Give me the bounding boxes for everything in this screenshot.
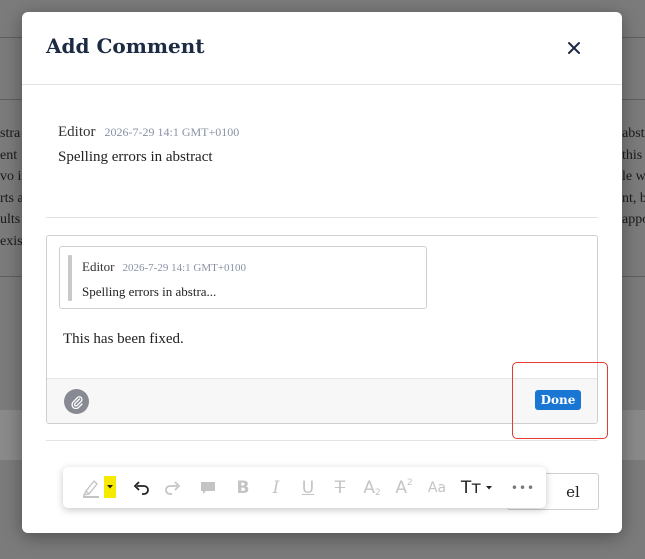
- more-options-button[interactable]: •••: [509, 475, 537, 501]
- comment-meta: Editor 2026-7-29 14:1 GMT+0100: [58, 124, 578, 141]
- bg-text-right: abstra this le w nt, b appo: [622, 126, 645, 227]
- close-icon: [568, 42, 580, 54]
- comment-text: Spelling errors in abstract: [58, 149, 213, 165]
- paperclip-icon: [70, 395, 83, 409]
- bg-divider: [622, 37, 645, 38]
- bold-icon: B: [236, 477, 250, 498]
- strikethrough-icon: T: [334, 477, 346, 498]
- subscript-digit: 2: [374, 488, 381, 498]
- subscript-icon: A: [363, 477, 375, 498]
- comment-timestamp: 2026-7-29 14:1 GMT+0100: [104, 125, 240, 139]
- bg-divider: [622, 99, 645, 100]
- quote-timestamp: 2026-7-29 14:1 GMT+0100: [122, 262, 247, 274]
- underline-button[interactable]: U: [295, 475, 321, 501]
- italic-icon: I: [272, 477, 280, 498]
- quote-bar: [68, 255, 72, 301]
- close-button[interactable]: [562, 36, 586, 60]
- text-size-button[interactable]: Tт: [457, 475, 497, 501]
- dialog-header: Add Comment: [22, 12, 622, 85]
- undo-icon: [133, 481, 149, 495]
- subscript-button[interactable]: A2: [359, 475, 385, 501]
- chevron-down-icon: [107, 485, 113, 489]
- redo-button[interactable]: [160, 475, 186, 501]
- redo-icon: [165, 481, 181, 495]
- bg-divider: [0, 276, 22, 277]
- highlighter-button[interactable]: [77, 475, 105, 501]
- formatting-toolbar: B I U T A2 A2 Aa Tт •••: [63, 467, 546, 508]
- original-comment: Editor 2026-7-29 14:1 GMT+0100 Spelling …: [58, 124, 578, 166]
- comment-button[interactable]: [195, 475, 221, 501]
- comment-icon: [201, 482, 215, 494]
- bg-panel: [0, 410, 22, 460]
- bg-panel: [622, 410, 645, 460]
- italic-button[interactable]: I: [263, 475, 289, 501]
- section-divider: [46, 440, 598, 441]
- font-case-icon: Aa: [427, 480, 447, 496]
- font-case-button[interactable]: Aa: [423, 475, 451, 501]
- comment-author: Editor: [58, 124, 96, 140]
- strikethrough-button[interactable]: T: [327, 475, 353, 501]
- bg-divider: [0, 99, 22, 100]
- section-divider: [46, 217, 598, 218]
- cancel-label: el: [566, 482, 580, 501]
- add-comment-dialog: Add Comment Editor 2026-7-29 14:1 GMT+01…: [22, 12, 622, 533]
- highlighter-icon: [82, 480, 99, 498]
- superscript-icon: A: [395, 477, 407, 498]
- more-icon: •••: [510, 481, 536, 495]
- superscript-button[interactable]: A2: [391, 475, 417, 501]
- attach-button[interactable]: [64, 389, 89, 414]
- bg-divider: [622, 276, 645, 277]
- bold-button[interactable]: B: [230, 475, 256, 501]
- highlight-color-dropdown[interactable]: [104, 476, 116, 498]
- annotation-highlight-box: [512, 362, 608, 439]
- quote-author: Editor: [82, 259, 115, 274]
- dialog-title: Add Comment: [46, 34, 205, 58]
- quote-meta: Editor 2026-7-29 14:1 GMT+0100: [82, 259, 246, 275]
- reply-text-input[interactable]: This has been fixed.: [63, 331, 184, 348]
- undo-button[interactable]: [128, 475, 154, 501]
- quote-text: Spelling errors in abstra...: [82, 284, 217, 299]
- text-size-icon: Tт: [460, 477, 482, 498]
- bg-text-left: stra ent vo ir rts a ults exist: [0, 126, 22, 249]
- chevron-down-icon: [486, 486, 493, 490]
- quoted-comment: Editor 2026-7-29 14:1 GMT+0100 Spelling …: [59, 246, 427, 309]
- underline-icon: U: [301, 477, 315, 498]
- bg-divider: [0, 37, 22, 38]
- superscript-digit: 2: [406, 478, 413, 488]
